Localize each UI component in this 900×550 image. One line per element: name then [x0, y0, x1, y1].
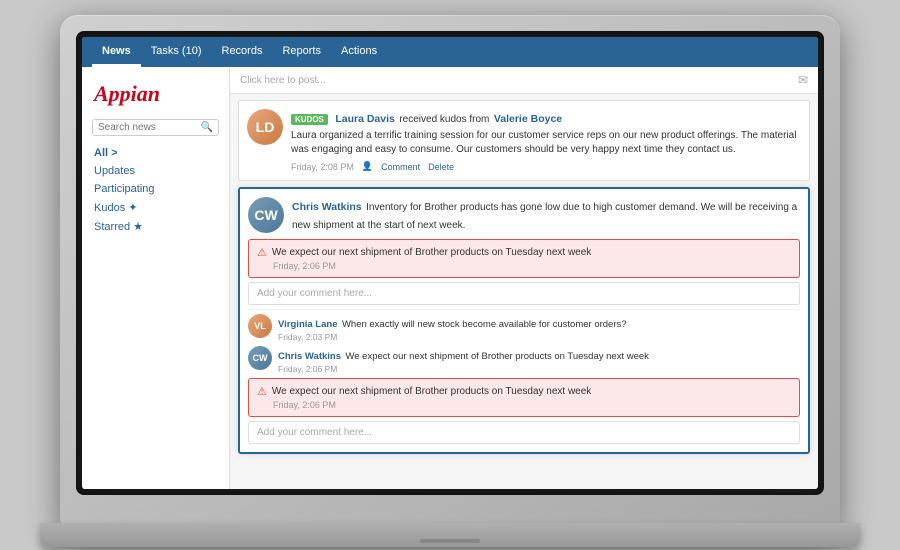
kudos-from-name: Valerie Boyce	[494, 113, 562, 125]
screen: News Tasks (10) Records Reports Actions	[82, 37, 818, 489]
nav-tab-reports[interactable]: Reports	[272, 37, 331, 67]
comment-thread: VL Virginia Lane When exactly will new s…	[248, 309, 800, 444]
kudos-delete-action[interactable]: Delete	[428, 162, 454, 172]
chris-body: Inventory for Brother products has gone …	[292, 202, 797, 231]
laptop-base	[40, 523, 860, 547]
error-text-2: We expect our next shipment of Brother p…	[272, 386, 591, 397]
error-box-focused: ⚠ We expect our next shipment of Brother…	[248, 239, 800, 278]
feed: LD KUDOS Laura Davis received kudos from…	[230, 94, 818, 466]
nav-tab-actions[interactable]: Actions	[331, 37, 387, 67]
sidebar-item-starred[interactable]: Starred ★	[82, 217, 229, 236]
virginia-comment-body: Virginia Lane When exactly will new stoc…	[278, 314, 800, 342]
error-time-2: Friday, 2:06 PM	[273, 400, 791, 410]
error-icon: ⚠	[257, 246, 267, 259]
sidebar-all[interactable]: All >	[82, 144, 229, 162]
kudos-sender-name: Laura Davis	[335, 113, 395, 125]
virginia-text: When exactly will new stock become avail…	[342, 319, 627, 330]
comment-virginia: VL Virginia Lane When exactly will new s…	[248, 314, 800, 342]
kudos-badge: KUDOS	[291, 114, 328, 125]
error-box-content: ⚠ We expect our next shipment of Brother…	[257, 246, 791, 259]
sidebar-item-updates[interactable]: Updates	[82, 162, 229, 180]
virginia-time: Friday, 2:03 PM	[278, 332, 800, 342]
comment-chris: CW Chris Watkins We expect our next ship…	[248, 346, 800, 374]
chris-comment-body: Chris Watkins We expect our next shipmen…	[278, 346, 800, 374]
feed-item-header: LD KUDOS Laura Davis received kudos from…	[247, 109, 801, 172]
logo-text: Appian	[94, 81, 160, 106]
search-icon: 🔍	[201, 122, 213, 133]
search-input[interactable]	[98, 122, 201, 133]
error-icon-2: ⚠	[257, 385, 267, 398]
nav-tab-news[interactable]: News	[92, 37, 141, 67]
comment-input-top[interactable]: Add your comment here...	[248, 282, 800, 305]
chris-comment-name: Chris Watkins	[278, 351, 341, 362]
laptop-shell: News Tasks (10) Records Reports Actions	[60, 15, 840, 535]
app-body: Appian 🔍 All > Updates Participating	[82, 67, 818, 489]
error-box-content-2: ⚠ We expect our next shipment of Brother…	[257, 385, 791, 398]
screen-bezel: News Tasks (10) Records Reports Actions	[76, 31, 824, 495]
feed-item-chris: CW Chris Watkins Inventory for Brother p…	[238, 187, 810, 454]
chris-content: Chris Watkins Inventory for Brother prod…	[292, 197, 800, 233]
main-content: Click here to post... ✉ LD KUDOS	[230, 67, 818, 489]
virginia-name: Virginia Lane	[278, 319, 337, 330]
post-placeholder: Click here to post...	[240, 75, 798, 86]
kudos-comment-action[interactable]: Comment	[381, 162, 420, 172]
post-icon: ✉	[798, 73, 808, 87]
avatar-chris-sm: CW	[248, 346, 272, 370]
feed-meta-kudos: Friday, 2:08 PM 👤 Comment Delete	[291, 161, 801, 172]
nav-tab-tasks[interactable]: Tasks (10)	[141, 37, 212, 67]
error-text: We expect our next shipment of Brother p…	[272, 247, 591, 258]
person-icon: 👤	[362, 161, 373, 172]
avatar-chris: CW	[248, 197, 284, 233]
logo: Appian	[82, 75, 229, 115]
comment-input-bottom[interactable]: Add your comment here...	[248, 421, 800, 444]
feed-item-kudos: LD KUDOS Laura Davis received kudos from…	[238, 100, 810, 181]
sidebar-item-participating[interactable]: Participating	[82, 180, 229, 198]
nav-tab-records[interactable]: Records	[212, 37, 273, 67]
feed-header-line: KUDOS Laura Davis received kudos from Va…	[291, 109, 801, 127]
sidebar: Appian 🔍 All > Updates Participating	[82, 67, 230, 489]
feed-content-kudos: KUDOS Laura Davis received kudos from Va…	[291, 109, 801, 172]
app-nav: News Tasks (10) Records Reports Actions	[82, 37, 818, 67]
sidebar-item-kudos[interactable]: Kudos ✦	[82, 198, 229, 217]
chris-header: CW Chris Watkins Inventory for Brother p…	[248, 197, 800, 233]
error-box-second: ⚠ We expect our next shipment of Brother…	[248, 378, 800, 417]
search-box[interactable]: 🔍	[92, 119, 219, 136]
avatar-virginia: VL	[248, 314, 272, 338]
error-time: Friday, 2:06 PM	[273, 261, 791, 271]
chris-comment-text: We expect our next shipment of Brother p…	[345, 351, 648, 362]
kudos-time: Friday, 2:08 PM	[291, 162, 354, 172]
chris-comment-time: Friday, 2:06 PM	[278, 364, 800, 374]
avatar-laura: LD	[247, 109, 283, 145]
chris-name: Chris Watkins	[292, 201, 362, 213]
post-bar[interactable]: Click here to post... ✉	[230, 67, 818, 94]
kudos-received-text: received kudos from	[399, 114, 489, 125]
kudos-body: Laura organized a terrific training sess…	[291, 129, 801, 157]
